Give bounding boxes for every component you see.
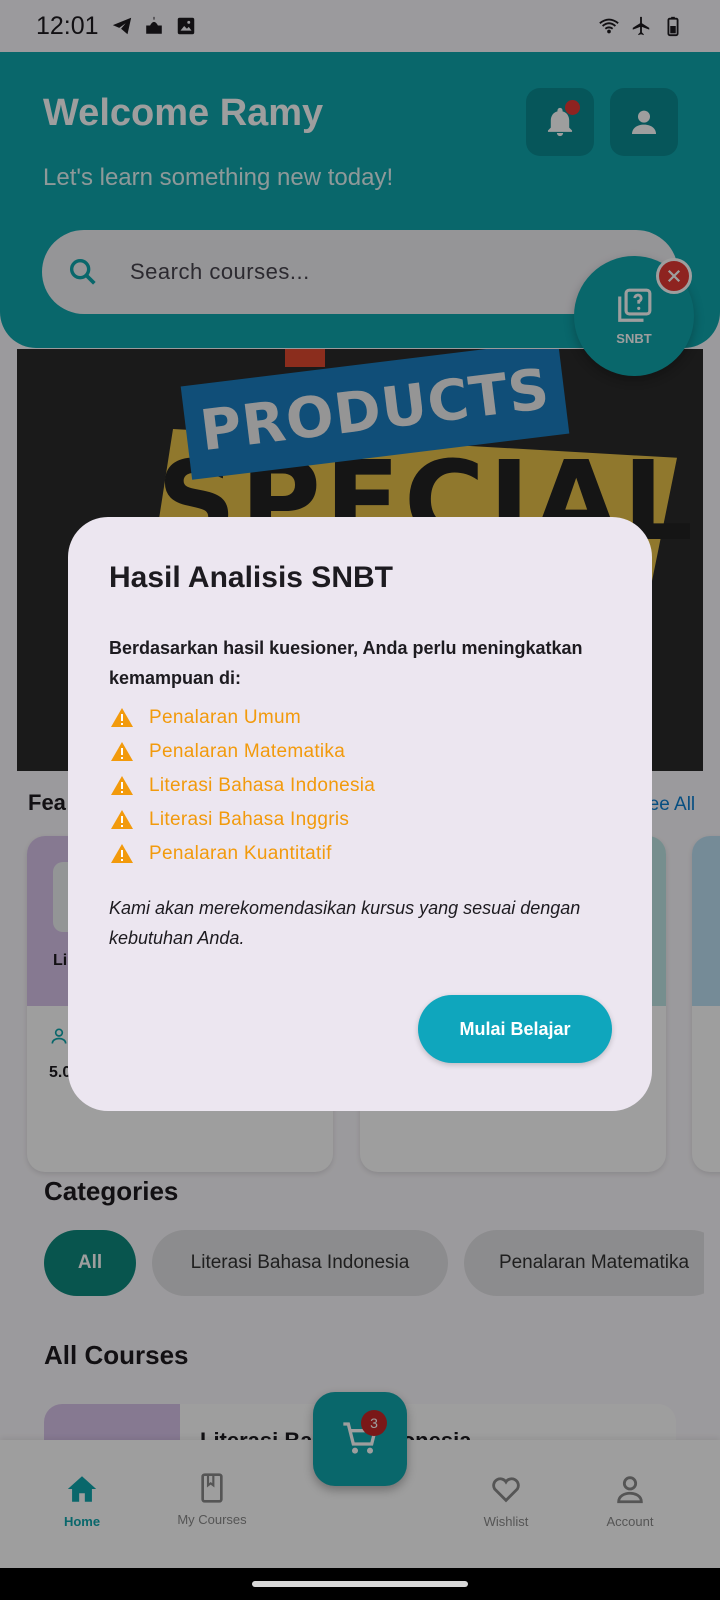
list-item: Literasi Bahasa Indonesia bbox=[109, 769, 375, 803]
warning-icon bbox=[111, 844, 133, 863]
start-learning-button[interactable]: Mulai Belajar bbox=[418, 995, 612, 1063]
snbt-result-dialog: Hasil Analisis SNBT Berdasarkan hasil ku… bbox=[68, 517, 652, 1111]
weakness-label: Penalaran Kuantitatif bbox=[149, 843, 332, 864]
weakness-label: Penalaran Matematika bbox=[149, 741, 346, 762]
warning-icon bbox=[111, 708, 133, 727]
warning-icon bbox=[111, 742, 133, 761]
warning-icon bbox=[111, 776, 133, 795]
weakness-label: Literasi Bahasa Indonesia bbox=[149, 775, 376, 796]
warning-icon bbox=[111, 810, 133, 829]
dialog-title: Hasil Analisis SNBT bbox=[109, 561, 393, 594]
list-item: Penalaran Umum bbox=[109, 701, 375, 735]
weakness-label: Penalaran Umum bbox=[149, 707, 302, 728]
weakness-list: Penalaran Umum Penalaran Matematika Lite… bbox=[109, 701, 375, 871]
system-nav-bar bbox=[0, 1568, 720, 1600]
list-item: Penalaran Matematika bbox=[109, 735, 375, 769]
dialog-note: Kami akan merekomendasikan kursus yang s… bbox=[109, 898, 581, 948]
home-gesture-pill[interactable] bbox=[252, 1581, 468, 1587]
weakness-label: Literasi Bahasa Inggris bbox=[149, 809, 350, 830]
dialog-intro: Berdasarkan hasil kuesioner, Anda perlu … bbox=[109, 638, 583, 688]
list-item: Literasi Bahasa Inggris bbox=[109, 803, 375, 837]
list-item: Penalaran Kuantitatif bbox=[109, 837, 375, 871]
